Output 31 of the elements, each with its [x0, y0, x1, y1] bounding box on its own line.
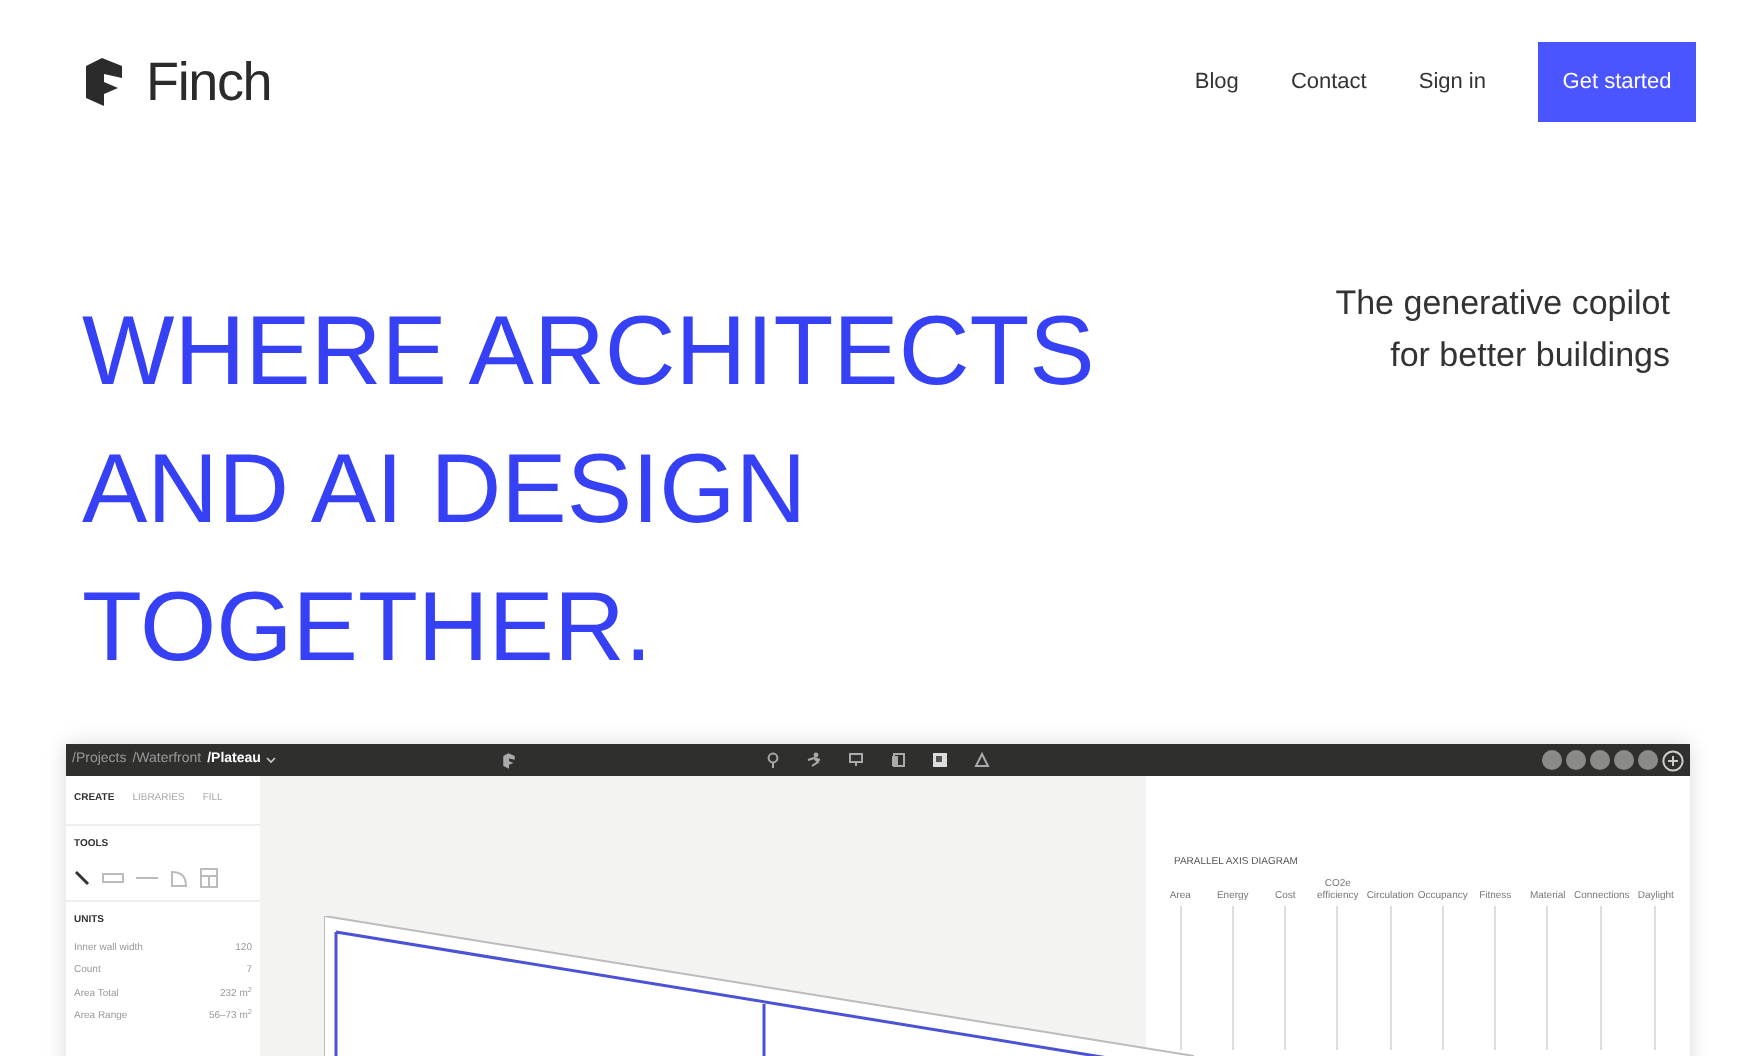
nav-link[interactable]: Contact	[1290, 66, 1367, 99]
axis-line	[1231, 905, 1234, 1049]
axis-line	[1494, 905, 1497, 1049]
headline-line: TOGETHER.	[82, 571, 654, 685]
pen-icon[interactable]	[74, 870, 90, 886]
tagline-line: for better buildings	[1390, 333, 1670, 377]
nav-link[interactable]: Blog	[1194, 66, 1239, 99]
axis-line	[1546, 905, 1549, 1049]
copy-icon[interactable]	[890, 752, 906, 768]
headline-line: AND AI DESIGN	[82, 433, 809, 547]
axis-line	[1284, 905, 1287, 1049]
figure-icon[interactable]	[806, 752, 822, 768]
monitor-icon[interactable]	[848, 752, 864, 768]
brand-name: Finch	[146, 50, 272, 116]
axis-line	[1600, 905, 1603, 1049]
axis-line	[1389, 905, 1392, 1049]
axis-line	[1441, 905, 1444, 1049]
pin-icon[interactable]	[766, 752, 780, 768]
headline-line: WHERE ARCHITECTS	[82, 295, 1095, 409]
panel-icon[interactable]	[932, 752, 948, 768]
axis-line	[1654, 905, 1657, 1049]
axis-line	[1336, 905, 1339, 1049]
logo-icon	[502, 751, 516, 769]
logo-icon	[82, 54, 126, 111]
nav-link[interactable]: Sign in	[1418, 66, 1486, 99]
add-icon[interactable]	[1662, 749, 1684, 771]
triangle-icon[interactable]	[974, 752, 990, 768]
caret-icon[interactable]	[266, 756, 277, 764]
tagline-line: The generative copilot	[1335, 281, 1670, 325]
get-started-button[interactable]: Get started	[1538, 42, 1696, 123]
axis-line	[1179, 905, 1182, 1049]
